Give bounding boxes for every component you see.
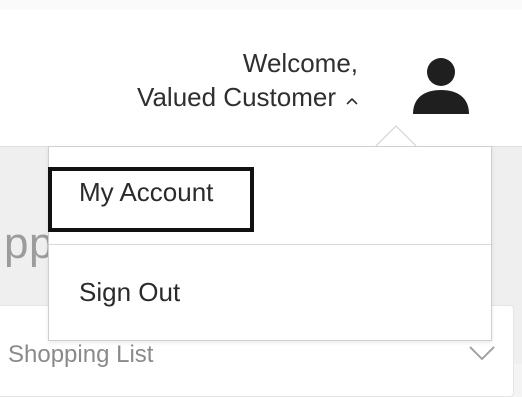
welcome-line-2-wrap: Valued Customer <box>137 80 358 114</box>
top-header: Welcome, Valued Customer <box>0 0 522 147</box>
chevron-up-icon[interactable] <box>346 95 358 107</box>
background-page-heading: pp <box>4 219 54 268</box>
welcome-message[interactable]: Welcome, Valued Customer <box>137 46 358 114</box>
menu-item-label: Sign Out <box>79 277 181 307</box>
header-top-strip <box>0 0 522 10</box>
menu-item-label: My Account <box>79 177 214 207</box>
chevron-down-icon[interactable] <box>468 344 496 362</box>
account-dropdown-menu: My Account Sign Out <box>48 146 492 341</box>
menu-item-sign-out[interactable]: Sign Out <box>49 245 491 340</box>
welcome-line-1: Welcome, <box>242 48 358 78</box>
customer-name: Valued Customer <box>137 82 336 112</box>
shopping-list-select-label: Shopping List <box>8 341 154 368</box>
user-avatar-icon[interactable] <box>410 56 472 116</box>
menu-item-my-account[interactable]: My Account <box>49 147 491 245</box>
dropdown-caret <box>374 125 418 148</box>
